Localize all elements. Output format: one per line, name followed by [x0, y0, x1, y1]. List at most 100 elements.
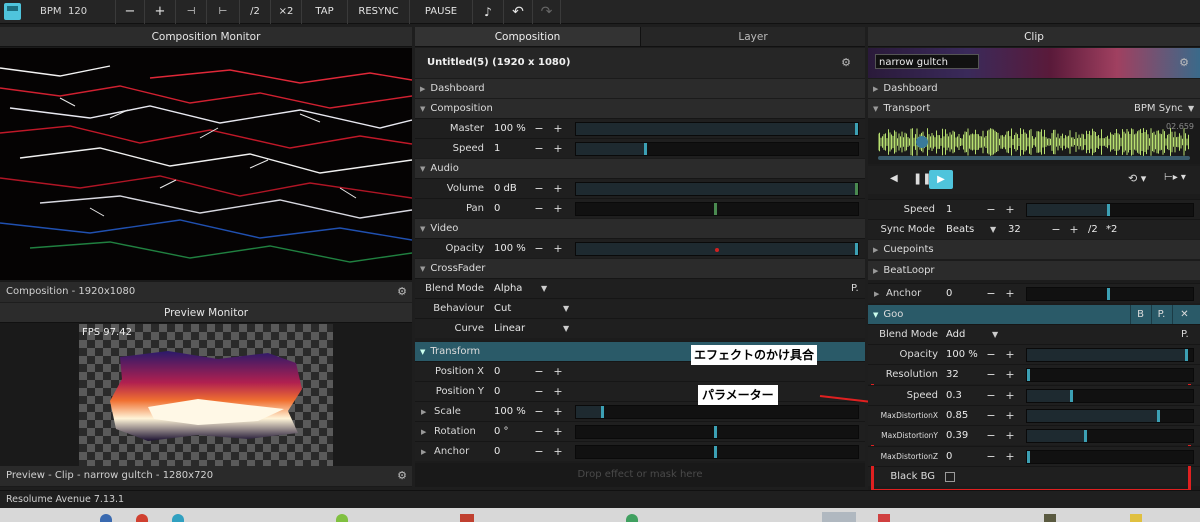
- decrement-button[interactable]: −: [533, 362, 545, 382]
- param-value[interactable]: 0: [946, 447, 952, 467]
- increment-button[interactable]: +: [1004, 284, 1016, 304]
- nudge-right-button[interactable]: ⊢: [206, 0, 239, 24]
- bpm-value[interactable]: 120: [68, 0, 87, 24]
- taskbar-app-icon[interactable]: [822, 512, 856, 522]
- increment-button[interactable]: +: [1068, 220, 1080, 240]
- param-value[interactable]: 1: [494, 139, 500, 159]
- decrement-button[interactable]: −: [533, 179, 545, 199]
- increment-button[interactable]: +: [552, 402, 564, 422]
- tab-layer[interactable]: Layer: [640, 27, 865, 47]
- taskbar-app-icon[interactable]: [460, 514, 474, 522]
- taskbar-app-icon[interactable]: [136, 514, 148, 522]
- increment-button[interactable]: +: [1004, 386, 1016, 406]
- increment-button[interactable]: +: [552, 239, 564, 259]
- undo-icon[interactable]: ↶: [503, 0, 532, 24]
- increment-button[interactable]: +: [1004, 365, 1016, 385]
- redo-icon[interactable]: ↷: [532, 0, 561, 24]
- goo-blend-select[interactable]: Add: [946, 325, 965, 345]
- increment-button[interactable]: +: [1004, 345, 1016, 365]
- bpm-double-button[interactable]: ×2: [270, 0, 301, 24]
- decrement-button[interactable]: −: [985, 426, 997, 446]
- param-slider[interactable]: [575, 445, 859, 459]
- expand-arrow-icon[interactable]: ▶: [421, 402, 426, 422]
- increment-button[interactable]: +: [552, 179, 564, 199]
- section-audio[interactable]: ▼ Audio: [415, 158, 865, 178]
- increment-button[interactable]: +: [552, 442, 564, 462]
- increment-button[interactable]: +: [1004, 200, 1016, 220]
- play-direction-icon[interactable]: ⊢▸ ▾: [1164, 172, 1186, 183]
- param-slider[interactable]: [1026, 348, 1194, 362]
- decrement-button[interactable]: −: [533, 382, 545, 402]
- beats-value[interactable]: 32: [1008, 220, 1021, 240]
- tab-composition[interactable]: Composition: [415, 27, 640, 47]
- effect-preset-button[interactable]: P.: [1151, 305, 1171, 325]
- decrement-button[interactable]: −: [533, 139, 545, 159]
- decrement-button[interactable]: −: [985, 200, 997, 220]
- drop-effect-area[interactable]: Drop effect or mask here: [415, 463, 865, 487]
- loop-mode-icon[interactable]: ⟲ ▾: [1128, 172, 1146, 185]
- gear-icon[interactable]: ⚙: [396, 470, 408, 482]
- decrement-button[interactable]: −: [985, 406, 997, 426]
- param-value[interactable]: 0: [494, 199, 500, 219]
- parameter-p-button[interactable]: P.: [1181, 325, 1189, 345]
- bpm-sync-select[interactable]: BPM Sync: [1134, 99, 1183, 119]
- param-value[interactable]: 0.3: [946, 386, 962, 406]
- param-value[interactable]: 0.85: [946, 406, 968, 426]
- decrement-button[interactable]: −: [533, 199, 545, 219]
- param-slider[interactable]: [575, 142, 859, 156]
- taskbar-app-icon[interactable]: [1044, 514, 1056, 522]
- expand-arrow-icon[interactable]: ▶: [421, 422, 426, 442]
- beats-half-button[interactable]: /2: [1088, 220, 1098, 240]
- decrement-button[interactable]: −: [985, 447, 997, 467]
- resync-button[interactable]: RESYNC: [347, 0, 409, 24]
- pause-button[interactable]: PAUSE: [409, 0, 472, 24]
- effect-remove-button[interactable]: ✕: [1172, 305, 1196, 325]
- increment-button[interactable]: +: [1004, 406, 1016, 426]
- section-beatloopr[interactable]: ▶ BeatLoopr: [868, 260, 1200, 280]
- dropdown-arrow-icon[interactable]: ▼: [563, 299, 569, 319]
- param-slider[interactable]: [575, 182, 859, 196]
- increment-button[interactable]: +: [552, 362, 564, 382]
- taskbar-app-icon[interactable]: [1130, 514, 1142, 522]
- metronome-icon[interactable]: ♪: [472, 0, 503, 24]
- effect-bypass-button[interactable]: B: [1130, 305, 1150, 325]
- dropdown-arrow-icon[interactable]: ▼: [992, 325, 998, 345]
- blend-mode-select[interactable]: Alpha: [494, 279, 522, 299]
- param-value[interactable]: 100 %: [494, 119, 526, 139]
- param-slider[interactable]: [1026, 368, 1194, 383]
- taskbar-app-icon[interactable]: [172, 514, 184, 522]
- param-slider[interactable]: [1026, 287, 1194, 301]
- section-clip-dashboard[interactable]: ▶ Dashboard: [868, 78, 1200, 98]
- bpm-minus-button[interactable]: −: [115, 0, 144, 24]
- increment-button[interactable]: +: [552, 119, 564, 139]
- dropdown-arrow-icon[interactable]: ▼: [990, 220, 996, 240]
- gear-icon[interactable]: ⚙: [1178, 57, 1190, 69]
- expand-arrow-icon[interactable]: ▶: [421, 442, 426, 462]
- section-video[interactable]: ▼ Video: [415, 218, 865, 238]
- beats-double-button[interactable]: *2: [1106, 220, 1117, 240]
- increment-button[interactable]: +: [1004, 426, 1016, 446]
- param-slider[interactable]: [575, 242, 859, 256]
- gear-icon[interactable]: ⚙: [840, 57, 852, 69]
- increment-button[interactable]: +: [552, 422, 564, 442]
- param-value[interactable]: 0: [494, 442, 500, 462]
- tap-button[interactable]: TAP: [301, 0, 347, 24]
- param-value[interactable]: 32: [946, 365, 959, 385]
- param-value[interactable]: 100 %: [494, 402, 526, 422]
- sync-mode-select[interactable]: Beats: [946, 220, 974, 240]
- bpm-plus-button[interactable]: +: [144, 0, 175, 24]
- section-cuepoints[interactable]: ▶ Cuepoints: [868, 239, 1200, 259]
- taskbar-app-icon[interactable]: [100, 514, 112, 522]
- param-slider[interactable]: [1026, 449, 1194, 464]
- resolume-logo-icon[interactable]: [4, 3, 21, 20]
- section-transport[interactable]: ▼ Transport BPM Sync ▼: [868, 98, 1200, 118]
- waveform-scrollbar[interactable]: [878, 156, 1190, 160]
- increment-button[interactable]: +: [552, 199, 564, 219]
- param-slider[interactable]: [1026, 203, 1194, 217]
- param-value[interactable]: 0: [494, 362, 500, 382]
- dropdown-arrow-icon[interactable]: ▼: [541, 279, 547, 299]
- clip-name-field[interactable]: narrow gultch: [875, 54, 979, 69]
- param-slider[interactable]: [575, 122, 859, 136]
- taskbar-app-icon[interactable]: [626, 514, 638, 522]
- increment-button[interactable]: +: [1004, 447, 1016, 467]
